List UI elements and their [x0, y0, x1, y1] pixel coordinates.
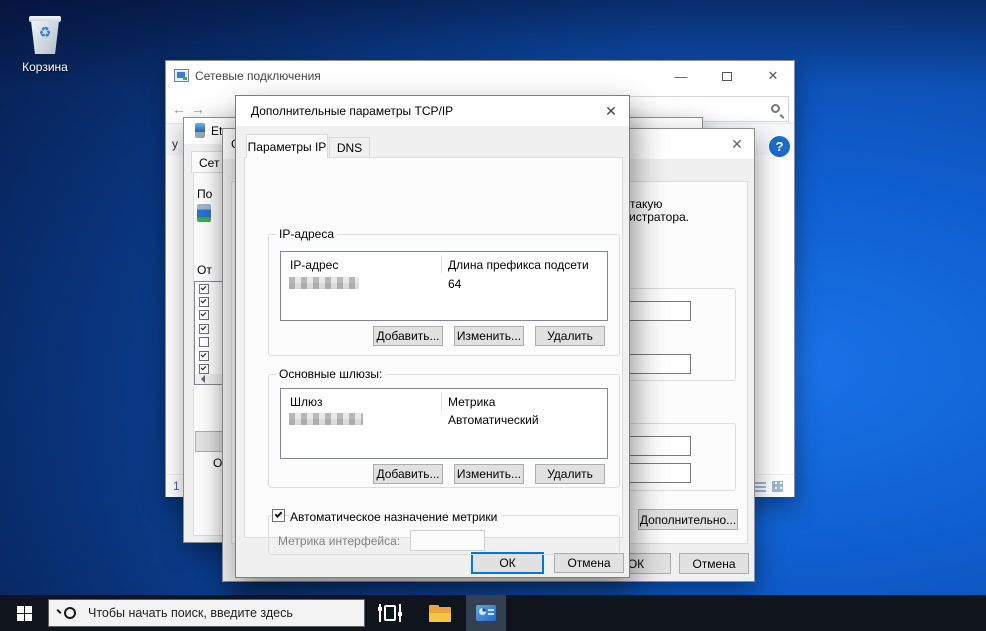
- search-icon: [64, 607, 76, 619]
- network-adapter-icon: [195, 123, 205, 138]
- gateway-metric-value: Автоматический: [448, 413, 539, 427]
- column-header-prefix[interactable]: Длина префикса подсети: [448, 258, 589, 272]
- description-label-fragment: О: [213, 456, 222, 470]
- connection-label-fragment: По: [197, 187, 212, 201]
- checked-checkbox-icon[interactable]: [199, 324, 209, 334]
- gateways-list[interactable]: Шлюз Метрика Автоматический: [280, 388, 608, 459]
- task-view-icon: [379, 604, 401, 622]
- masked-ip-value: [289, 277, 359, 289]
- ok-button[interactable]: ОК: [471, 552, 544, 574]
- prefix-length-value: 64: [448, 277, 461, 291]
- help-icon[interactable]: ?: [769, 136, 790, 157]
- windows-logo-icon: [17, 606, 32, 621]
- task-view-button[interactable]: [370, 595, 410, 631]
- folder-icon: [429, 605, 451, 622]
- description-text-fragment-line2: истратора.: [629, 210, 689, 224]
- advanced-tcpip-dialog: Дополнительные параметры TCP/IP ✕ Параме…: [235, 95, 630, 578]
- unchecked-checkbox-icon[interactable]: [199, 337, 209, 347]
- back-button[interactable]: ←: [172, 101, 186, 117]
- column-divider[interactable]: [441, 255, 442, 273]
- recycle-arrows-icon: ♻: [8, 24, 82, 41]
- tab-ip-settings[interactable]: Параметры IP: [246, 134, 328, 158]
- scroll-left-icon[interactable]: [197, 375, 205, 383]
- edit-gateway-button[interactable]: Изменить...: [454, 464, 524, 484]
- search-icon: [771, 104, 780, 113]
- edit-ip-button[interactable]: Изменить...: [454, 326, 524, 346]
- network-app-icon: [476, 605, 496, 621]
- close-button[interactable]: ✕: [750, 61, 796, 91]
- dialog-titlebar[interactable]: Дополнительные параметры TCP/IP ✕: [236, 96, 629, 126]
- taskbar-search-box[interactable]: Чтобы начать поиск, введите здесь: [48, 599, 365, 627]
- forward-button[interactable]: →: [191, 101, 205, 117]
- checked-checkbox-icon[interactable]: [199, 351, 209, 361]
- ip-addresses-group-label: IP-адреса: [276, 228, 337, 240]
- checked-checkbox-icon[interactable]: [199, 284, 209, 294]
- recycle-bin-desktop-icon[interactable]: ♻ Корзина: [8, 8, 82, 78]
- add-gateway-button[interactable]: Добавить...: [373, 464, 443, 484]
- ip-addresses-list[interactable]: IP-адрес Длина префикса подсети 64: [280, 251, 608, 321]
- remove-ip-button[interactable]: Удалить: [535, 326, 605, 346]
- adapter-icon: [197, 204, 211, 222]
- column-divider[interactable]: [441, 392, 442, 410]
- close-icon[interactable]: ✕: [598, 100, 624, 122]
- toolbar-text-fragment[interactable]: у: [172, 137, 178, 151]
- auto-metric-checkbox[interactable]: [272, 509, 285, 522]
- recycle-bin-label: Корзина: [8, 60, 82, 74]
- tab-page: IP-адреса IP-адрес Длина префикса подсет…: [244, 157, 623, 538]
- interface-metric-input[interactable]: [410, 530, 485, 551]
- column-header-gateway[interactable]: Шлюз: [290, 395, 323, 409]
- checked-checkbox-icon[interactable]: [199, 310, 209, 320]
- description-text-fragment-line1: такую: [630, 197, 662, 211]
- network-connections-icon: [174, 69, 189, 82]
- list-view-toggle-icon[interactable]: [755, 481, 766, 492]
- dialog-title: Дополнительные параметры TCP/IP: [251, 104, 453, 118]
- thumbnail-view-toggle-icon[interactable]: [772, 481, 783, 492]
- maximize-button[interactable]: [704, 61, 750, 91]
- advanced-button[interactable]: Дополнительно...: [638, 509, 738, 530]
- checked-checkbox-icon[interactable]: [199, 297, 209, 307]
- taskbar: Чтобы начать поиск, введите здесь ENG 5:…: [0, 595, 986, 631]
- masked-gateway-value: [289, 413, 363, 425]
- desktop-background: ♻ Корзина Сетевые подключения — ✕ ← → у …: [0, 0, 986, 631]
- window-titlebar[interactable]: Сетевые подключения — ✕: [166, 61, 794, 91]
- cancel-button[interactable]: Отмена: [554, 553, 624, 573]
- add-ip-button[interactable]: Добавить...: [373, 326, 443, 346]
- auto-metric-label: Автоматическое назначение метрики: [290, 510, 501, 524]
- network-connections-taskbar-button[interactable]: [466, 595, 506, 631]
- checked-checkbox-icon[interactable]: [199, 364, 209, 374]
- cancel-button[interactable]: Отмена: [679, 553, 749, 574]
- interface-metric-label: Метрика интерфейса:: [278, 534, 400, 548]
- start-button[interactable]: [0, 595, 48, 631]
- column-header-metric[interactable]: Метрика: [448, 395, 495, 409]
- file-explorer-button[interactable]: [420, 595, 460, 631]
- gateways-group-label: Основные шлюзы:: [276, 368, 385, 380]
- statusbar-item-count-fragment: 1: [173, 479, 180, 493]
- window-title: Сетевые подключения: [195, 69, 321, 83]
- remove-gateway-button[interactable]: Удалить: [535, 464, 605, 484]
- maximize-icon: [722, 72, 732, 81]
- search-placeholder: Чтобы начать поиск, введите здесь: [88, 606, 293, 620]
- check-icon: [275, 510, 283, 518]
- dialog-title-fragment: Et: [211, 124, 222, 138]
- components-label-fragment: От: [197, 263, 212, 277]
- column-header-ip[interactable]: IP-адрес: [290, 258, 338, 272]
- tab-dns[interactable]: DNS: [329, 137, 370, 158]
- minimize-button[interactable]: —: [658, 61, 704, 91]
- close-icon[interactable]: ✕: [724, 133, 750, 155]
